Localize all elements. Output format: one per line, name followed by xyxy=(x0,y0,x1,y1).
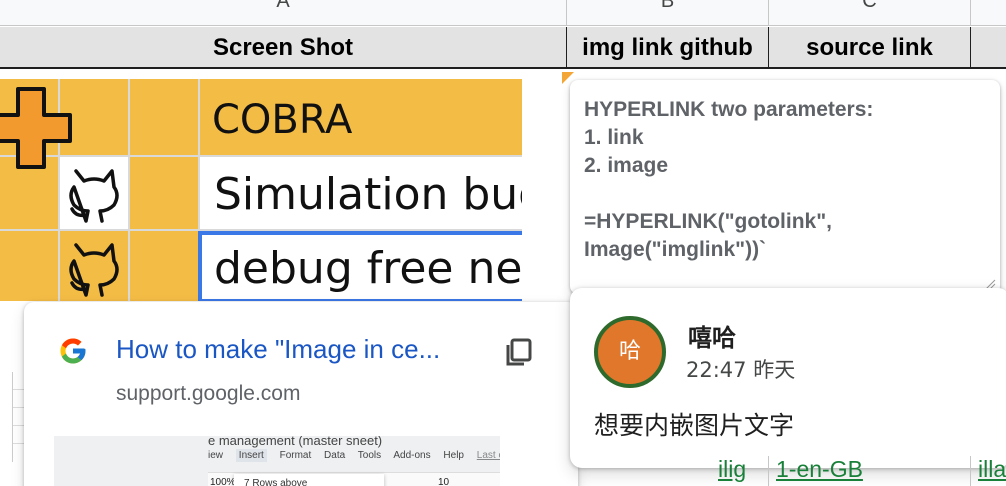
cell-note-popup[interactable]: HYPERLINK two parameters: 1. link 2. ima… xyxy=(570,80,1000,294)
copy-link-icon[interactable] xyxy=(502,336,534,368)
link-preview-card[interactable]: How to make "Image in ce... support.goog… xyxy=(24,302,578,486)
thumb-zoom: 100% xyxy=(210,477,236,486)
thumb-menu-item: iew xyxy=(208,450,224,461)
google-logo-icon xyxy=(60,338,86,364)
thumb-menu-item: Data xyxy=(324,450,346,461)
link-cell-c[interactable]: 1-en-GB xyxy=(776,456,863,483)
thumb-menu-item: Tools xyxy=(357,450,382,461)
link-cell-d[interactable]: illa xyxy=(978,456,1006,483)
thumb-menu-item: Help xyxy=(443,450,464,461)
embed-text-cobra: COBRA xyxy=(212,97,353,143)
thumb-insert-menu: 7 Rows above xyxy=(234,474,384,486)
comment-timestamp: 22:47 昨天 xyxy=(686,358,796,382)
comment-card[interactable]: 哈 嘻哈 22:47 昨天 想要内嵌图片文字 xyxy=(570,288,1006,468)
thumb-menu-item: Insert xyxy=(235,449,267,462)
github-icon xyxy=(69,169,119,223)
column-header-b[interactable]: B xyxy=(567,0,769,26)
column-header-c[interactable]: C xyxy=(769,0,971,26)
thumb-menu-option: 7 Rows above xyxy=(244,478,308,486)
embed-selection-box xyxy=(198,231,522,301)
column-letter-c: C xyxy=(862,0,877,12)
column-letter-b: B xyxy=(660,0,675,12)
cell-divider xyxy=(768,456,769,486)
cell-divider xyxy=(970,456,971,486)
comment-body: 想要内嵌图片文字 xyxy=(594,411,795,440)
column-header-a[interactable]: A xyxy=(0,0,567,26)
link-preview-title[interactable]: How to make "Image in ce... xyxy=(116,334,440,365)
avatar[interactable]: 哈 xyxy=(594,316,666,388)
thumb-menu-item: Last edit was xyxy=(476,450,500,461)
thumb-font-size: 10 xyxy=(438,477,450,486)
embed-text-simulation: Simulation bug xyxy=(214,169,522,220)
link-preview-thumbnail: e management (master sneet) iew Insert F… xyxy=(54,436,500,486)
thumb-menu-item: Format xyxy=(279,450,312,461)
header-cell-img-link[interactable]: img link github xyxy=(567,27,769,67)
column-letter-a: A xyxy=(276,0,290,12)
note-text: HYPERLINK two parameters: 1. link 2. ima… xyxy=(584,98,874,261)
column-header-strip: A B C xyxy=(0,0,1006,26)
link-cell-b[interactable]: ilig xyxy=(718,456,746,483)
header-cell-source-link[interactable]: source link xyxy=(769,27,971,67)
header-row: Screen Shot img link github source link xyxy=(0,27,1006,69)
embed-gridline xyxy=(128,79,130,301)
thumb-doc-title: e management (master sneet) xyxy=(208,436,383,448)
thumb-menu-item: Add-ons xyxy=(393,450,431,461)
thumb-menu-bar: iew Insert Format Data Tools Add-ons Hel… xyxy=(208,449,500,462)
github-icon xyxy=(69,243,119,297)
comment-author: 嘻哈 xyxy=(688,324,736,352)
embedded-cell-image[interactable]: COBRA Simulation bug debug free nee xyxy=(0,79,522,301)
header-cell-screen-shot[interactable]: Screen Shot xyxy=(0,27,567,67)
link-preview-domain: support.google.com xyxy=(116,382,301,405)
